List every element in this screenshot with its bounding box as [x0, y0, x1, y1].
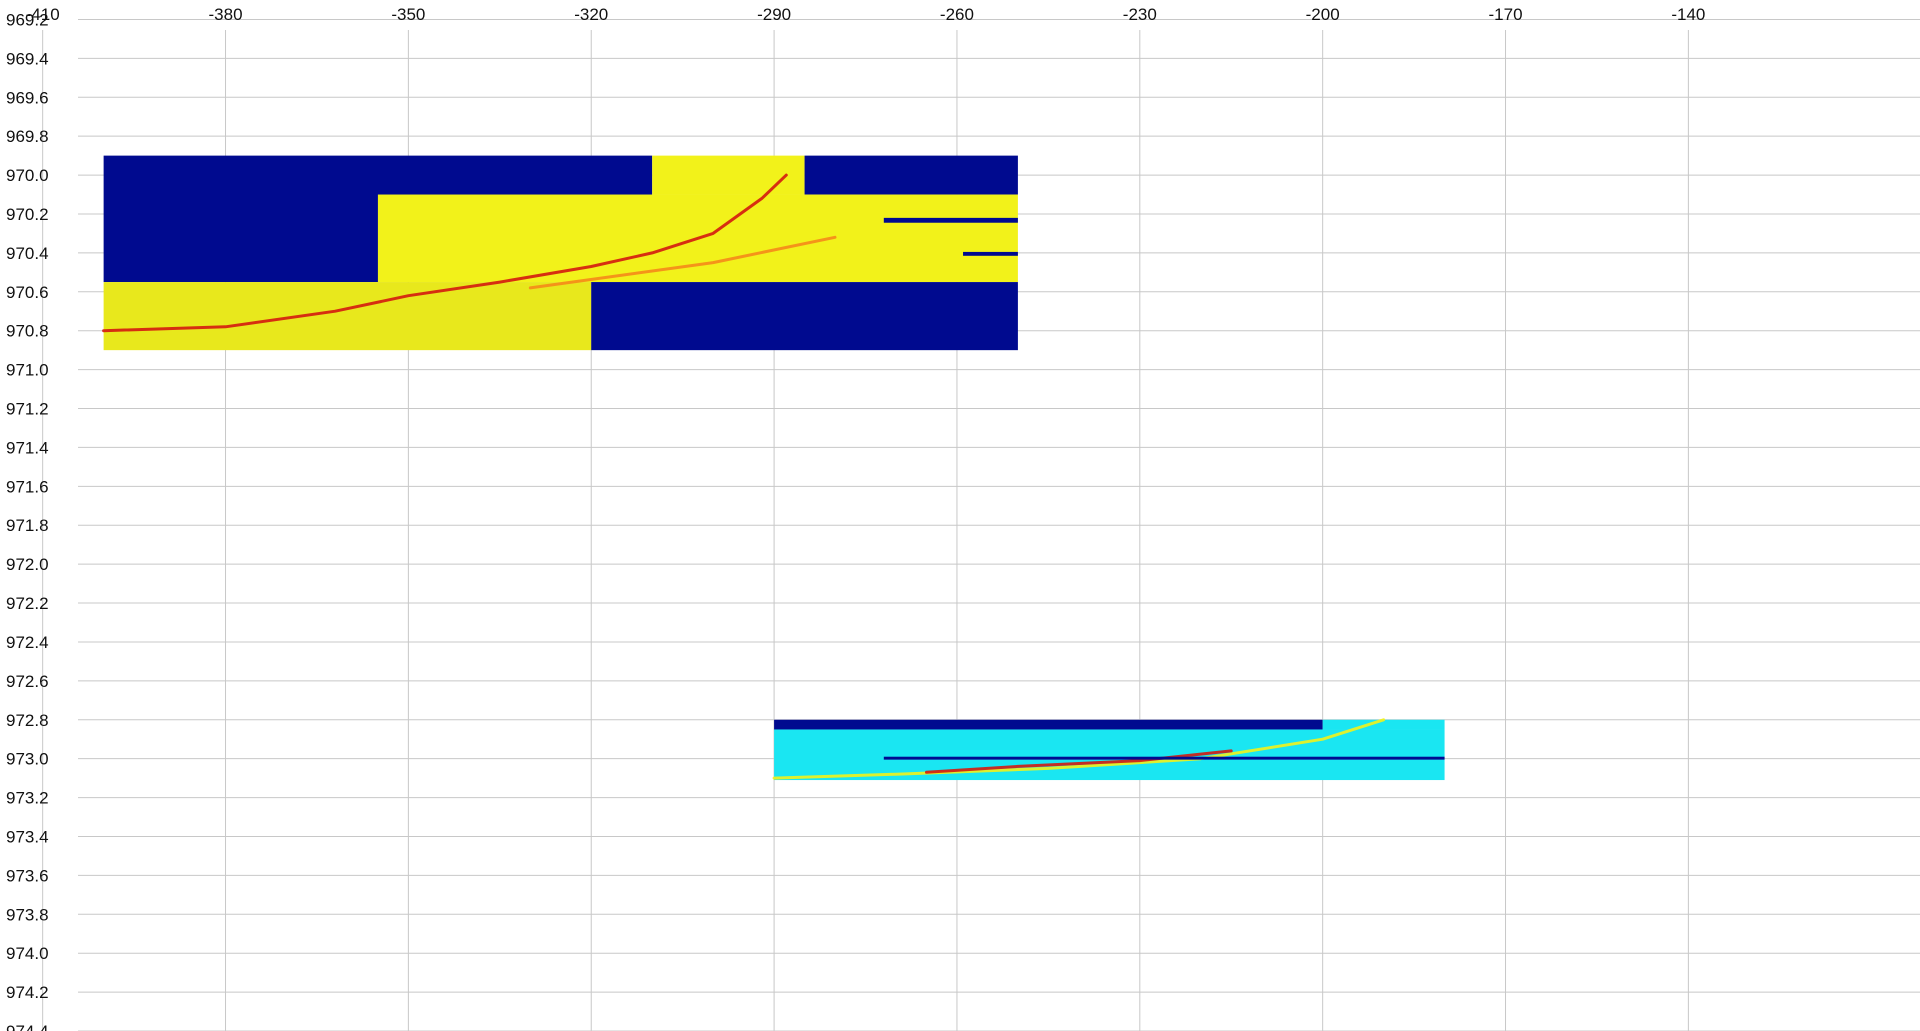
- y-tick-label: 970.8: [6, 322, 49, 341]
- heatmap-tile-tile-f: [591, 282, 1018, 351]
- heatmap-tile-tile-e: [103, 282, 592, 351]
- x-tick-label: -350: [391, 5, 425, 24]
- x-tick-label: -260: [940, 5, 974, 24]
- y-tick-label: 971.0: [6, 361, 49, 380]
- y-tick-label: 974.0: [6, 944, 49, 963]
- y-tick-label: 971.2: [6, 400, 49, 419]
- y-tick-label: 974.2: [6, 983, 49, 1002]
- chart-container: -410 -380 -350 -320 -290 -260 -230 -200 -170 -140…: [0, 0, 1920, 1031]
- x-tick-label: -380: [209, 5, 243, 24]
- heatmap-tile-tile-b: [652, 155, 805, 195]
- y-tick-label: 973.6: [6, 866, 49, 885]
- y-tick-label: 973.2: [6, 789, 49, 808]
- y-tick-label: 973.0: [6, 750, 49, 769]
- y-tick-label: 971.8: [6, 516, 49, 535]
- y-tick-label: 973.4: [6, 827, 49, 846]
- y-tick-label: 969.6: [6, 88, 49, 107]
- y-tick-label: 972.0: [6, 555, 49, 574]
- data-gap-3: [883, 756, 1445, 760]
- y-tick-label: 970.2: [6, 205, 49, 224]
- y-tick-label: 971.6: [6, 477, 49, 496]
- y-tick-label: 970.0: [6, 166, 49, 185]
- y-tick-label: 973.8: [6, 905, 49, 924]
- data-gap-2: [963, 251, 1018, 256]
- x-tick-label: -170: [1489, 5, 1523, 24]
- y-tick-label: 972.6: [6, 672, 49, 691]
- x-tick-label: -140: [1671, 5, 1705, 24]
- y-tick-label: 972.4: [6, 633, 49, 652]
- x-tick-label: -200: [1306, 5, 1340, 24]
- x-tick-label: -320: [574, 5, 608, 24]
- heatmap-chart[interactable]: -410 -380 -350 -320 -290 -260 -230 -200 -170 -140…: [0, 0, 1920, 1031]
- y-tick-label: 974.4: [6, 1022, 49, 1031]
- heatmap-tile-tile-i: [774, 729, 1445, 781]
- y-tick-label: 972.8: [6, 711, 49, 730]
- heatmap-tile-tile-c: [804, 155, 1018, 195]
- heatmap-tile-tile-g: [774, 719, 1323, 730]
- data-gap-1: [883, 217, 1018, 223]
- y-tick-label: 972.2: [6, 594, 49, 613]
- y-tick-label: 969.2: [6, 10, 49, 29]
- y-tick-label: 970.4: [6, 244, 49, 263]
- x-tick-label: -290: [757, 5, 791, 24]
- y-tick-label: 969.4: [6, 49, 49, 68]
- x-tick-label: -230: [1123, 5, 1157, 24]
- y-tick-label: 971.4: [6, 438, 49, 457]
- y-tick-label: 970.6: [6, 283, 49, 302]
- y-axis-tick-labels: 969.0969.2969.4969.6969.8970.0970.2970.4…: [6, 10, 49, 1031]
- y-tick-label: 969.8: [6, 127, 49, 146]
- x-axis-tick-labels: -410 -380 -350 -320 -290 -260 -230 -200 -170 -140: [26, 5, 1706, 24]
- grid-lines: [42, 18, 1920, 1031]
